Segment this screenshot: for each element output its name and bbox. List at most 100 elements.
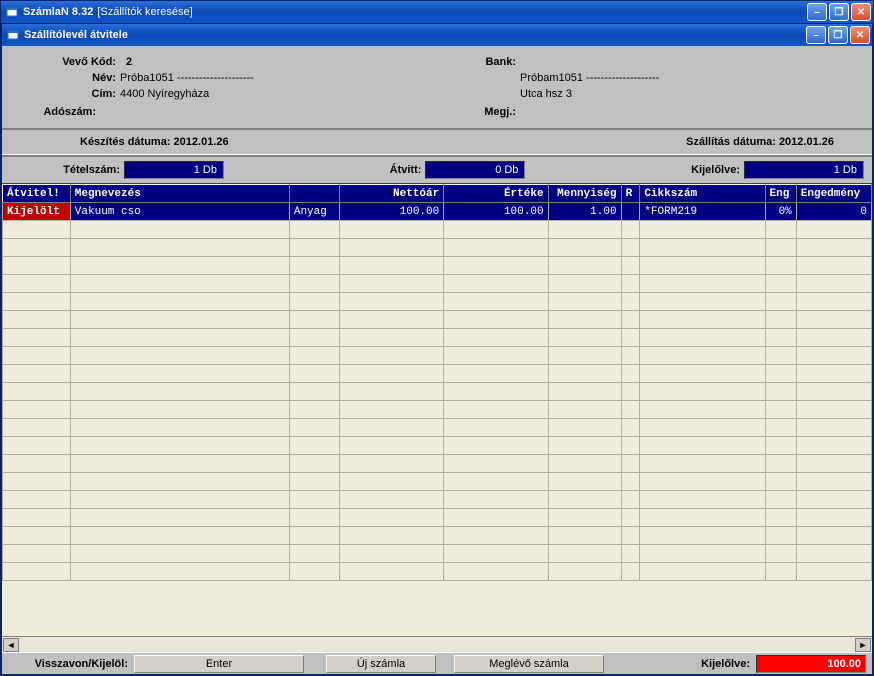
empty-cell[interactable] <box>3 401 71 419</box>
empty-cell[interactable] <box>548 509 621 527</box>
empty-cell[interactable] <box>444 437 548 455</box>
empty-cell[interactable] <box>621 239 640 257</box>
empty-cell[interactable] <box>796 239 871 257</box>
empty-cell[interactable] <box>548 221 621 239</box>
empty-cell[interactable] <box>621 401 640 419</box>
table-row[interactable] <box>3 221 872 239</box>
empty-cell[interactable] <box>70 419 289 437</box>
outer-minimize-button[interactable]: – <box>807 3 827 21</box>
empty-cell[interactable] <box>289 437 339 455</box>
table-row[interactable] <box>3 293 872 311</box>
table-row[interactable] <box>3 455 872 473</box>
table-row[interactable] <box>3 257 872 275</box>
col-megnevezes[interactable]: Megnevezés <box>70 185 289 203</box>
cell-r[interactable] <box>621 203 640 221</box>
empty-cell[interactable] <box>621 383 640 401</box>
empty-cell[interactable] <box>70 437 289 455</box>
inner-close-button[interactable]: ✕ <box>850 26 870 44</box>
empty-cell[interactable] <box>444 347 548 365</box>
data-table[interactable]: Átvitel! Megnevezés Nettóár Értéke Menny… <box>2 184 872 581</box>
empty-cell[interactable] <box>640 455 765 473</box>
empty-cell[interactable] <box>796 491 871 509</box>
empty-cell[interactable] <box>548 347 621 365</box>
empty-cell[interactable] <box>3 455 71 473</box>
empty-cell[interactable] <box>70 401 289 419</box>
empty-cell[interactable] <box>339 473 443 491</box>
inner-minimize-button[interactable]: – <box>806 26 826 44</box>
empty-cell[interactable] <box>796 329 871 347</box>
empty-cell[interactable] <box>640 347 765 365</box>
empty-cell[interactable] <box>548 239 621 257</box>
empty-cell[interactable] <box>70 365 289 383</box>
empty-cell[interactable] <box>70 293 289 311</box>
empty-cell[interactable] <box>289 419 339 437</box>
table-row[interactable]: KijelöltVakuum csoAnyag100.00100.001.00*… <box>3 203 872 221</box>
cell-megnevezes[interactable]: Vakuum cso <box>70 203 289 221</box>
empty-cell[interactable] <box>339 383 443 401</box>
empty-cell[interactable] <box>640 491 765 509</box>
data-grid[interactable]: Átvitel! Megnevezés Nettóár Értéke Menny… <box>2 184 872 636</box>
table-row[interactable] <box>3 491 872 509</box>
col-nettoar[interactable]: Nettóár <box>339 185 443 203</box>
empty-cell[interactable] <box>3 545 71 563</box>
empty-cell[interactable] <box>339 311 443 329</box>
empty-cell[interactable] <box>621 257 640 275</box>
empty-cell[interactable] <box>765 419 796 437</box>
empty-cell[interactable] <box>548 329 621 347</box>
empty-cell[interactable] <box>289 491 339 509</box>
empty-cell[interactable] <box>548 437 621 455</box>
empty-cell[interactable] <box>796 383 871 401</box>
empty-cell[interactable] <box>339 329 443 347</box>
empty-cell[interactable] <box>289 311 339 329</box>
empty-cell[interactable] <box>289 509 339 527</box>
table-row[interactable] <box>3 347 872 365</box>
empty-cell[interactable] <box>3 491 71 509</box>
inner-titlebar[interactable]: Szállítólevél átvitele – ❐ ✕ <box>2 24 872 46</box>
empty-cell[interactable] <box>289 239 339 257</box>
empty-cell[interactable] <box>548 455 621 473</box>
empty-cell[interactable] <box>621 419 640 437</box>
empty-cell[interactable] <box>444 473 548 491</box>
empty-cell[interactable] <box>765 473 796 491</box>
empty-cell[interactable] <box>621 221 640 239</box>
empty-cell[interactable] <box>339 455 443 473</box>
empty-cell[interactable] <box>339 563 443 581</box>
empty-cell[interactable] <box>640 401 765 419</box>
empty-cell[interactable] <box>70 239 289 257</box>
empty-cell[interactable] <box>621 293 640 311</box>
empty-cell[interactable] <box>339 365 443 383</box>
col-erteke[interactable]: Értéke <box>444 185 548 203</box>
empty-cell[interactable] <box>444 275 548 293</box>
empty-cell[interactable] <box>640 221 765 239</box>
empty-cell[interactable] <box>339 437 443 455</box>
empty-cell[interactable] <box>765 545 796 563</box>
empty-cell[interactable] <box>289 347 339 365</box>
empty-cell[interactable] <box>765 347 796 365</box>
empty-cell[interactable] <box>339 275 443 293</box>
empty-cell[interactable] <box>796 221 871 239</box>
empty-cell[interactable] <box>621 455 640 473</box>
empty-cell[interactable] <box>289 275 339 293</box>
empty-cell[interactable] <box>444 455 548 473</box>
empty-cell[interactable] <box>548 383 621 401</box>
empty-cell[interactable] <box>3 311 71 329</box>
empty-cell[interactable] <box>796 293 871 311</box>
table-row[interactable] <box>3 527 872 545</box>
empty-cell[interactable] <box>640 527 765 545</box>
empty-cell[interactable] <box>765 527 796 545</box>
empty-cell[interactable] <box>70 491 289 509</box>
empty-cell[interactable] <box>289 455 339 473</box>
empty-cell[interactable] <box>640 509 765 527</box>
empty-cell[interactable] <box>640 239 765 257</box>
empty-cell[interactable] <box>765 293 796 311</box>
empty-cell[interactable] <box>70 509 289 527</box>
empty-cell[interactable] <box>548 401 621 419</box>
empty-cell[interactable] <box>621 473 640 491</box>
empty-cell[interactable] <box>640 365 765 383</box>
empty-cell[interactable] <box>548 257 621 275</box>
scroll-left-button[interactable]: ◄ <box>3 638 19 652</box>
table-row[interactable] <box>3 419 872 437</box>
empty-cell[interactable] <box>796 311 871 329</box>
empty-cell[interactable] <box>548 293 621 311</box>
empty-cell[interactable] <box>796 473 871 491</box>
